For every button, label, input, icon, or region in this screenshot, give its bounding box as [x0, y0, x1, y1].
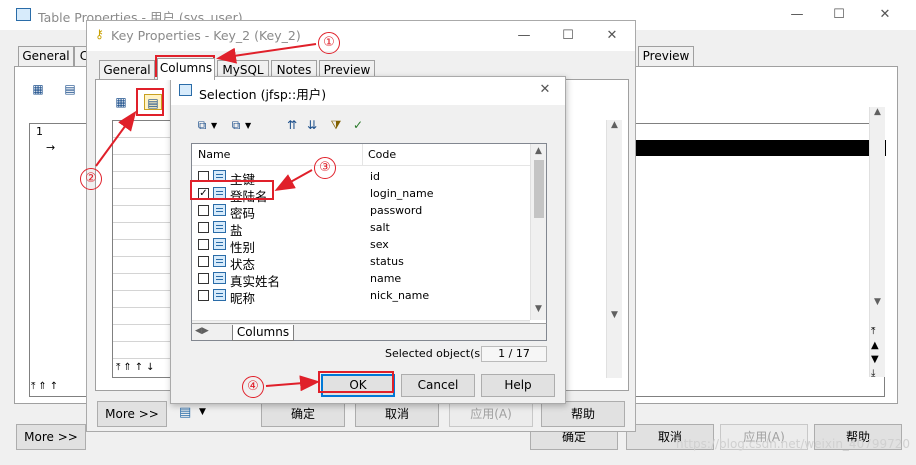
- annotation-arrows: [95, 43, 320, 392]
- arrow-step-4: [265, 375, 320, 392]
- arrow-step-3: [274, 169, 313, 191]
- arrow-step-1: [216, 43, 317, 64]
- arrow-step-2: [95, 110, 137, 167]
- tab-columns[interactable]: Columns: [157, 58, 215, 80]
